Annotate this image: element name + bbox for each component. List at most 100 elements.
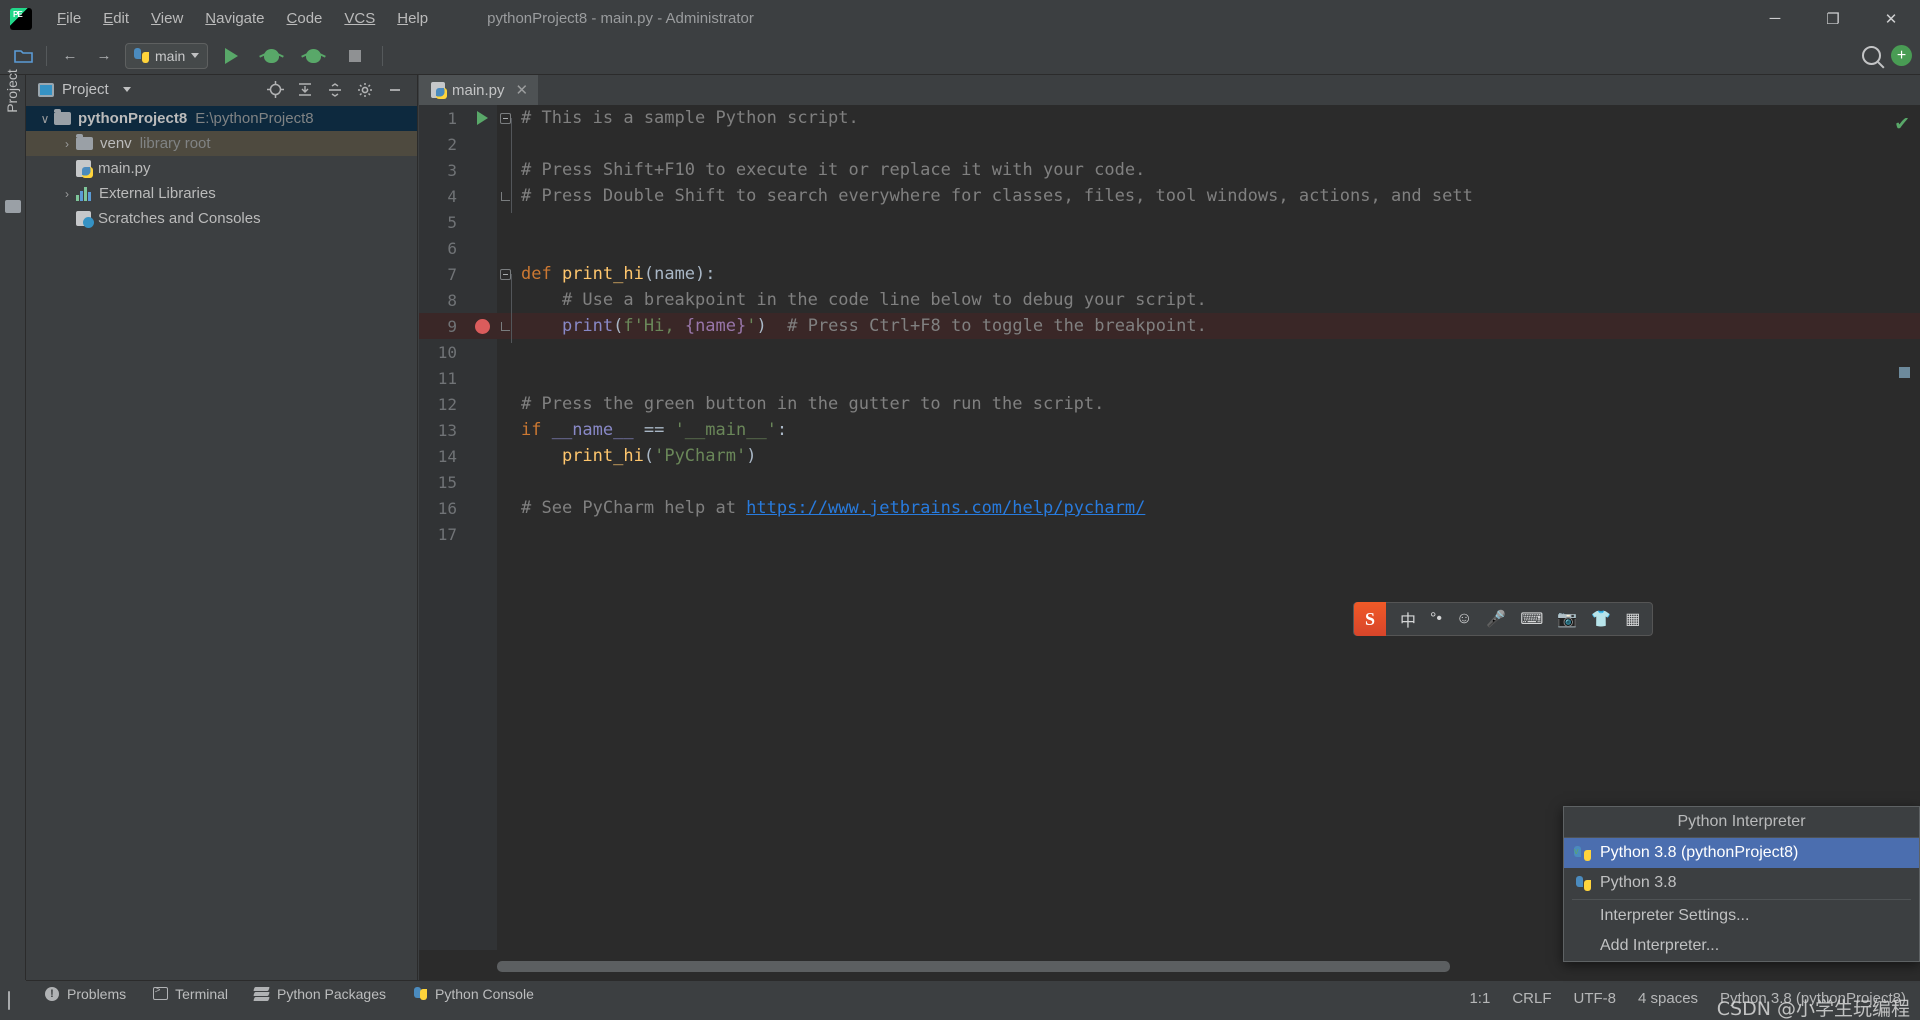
fold-toggle-icon[interactable]: [497, 268, 513, 280]
tree-node[interactable]: › External Libraries: [26, 181, 417, 206]
line-number: 13: [437, 420, 457, 440]
ime-item-icon[interactable]: 📷: [1557, 609, 1577, 629]
ime-item-icon[interactable]: ⌨: [1520, 609, 1543, 629]
ime-item-icon[interactable]: 👕: [1591, 609, 1611, 629]
inspection-status-icon[interactable]: ✔: [1894, 113, 1910, 136]
code-text: # Press Shift+F10 to execute it or repla…: [513, 160, 1145, 180]
ime-item-icon[interactable]: ▦: [1625, 609, 1640, 629]
fold-toggle-icon[interactable]: [497, 112, 513, 124]
code-line[interactable]: 13 if __name__ == '__main__':: [419, 417, 1920, 443]
project-view-chevron-icon[interactable]: [122, 87, 131, 92]
popup-item[interactable]: Add Interpreter...: [1564, 931, 1919, 961]
popup-separator: [1572, 899, 1911, 900]
scrollbar-marker[interactable]: [1899, 367, 1910, 378]
menu-item-navigate[interactable]: Navigate: [194, 0, 275, 37]
tree-node[interactable]: ∨ pythonProject8 E:\pythonProject8: [26, 106, 417, 131]
expand-all-icon[interactable]: [293, 79, 317, 101]
popup-item[interactable]: Interpreter Settings...: [1564, 901, 1919, 931]
sogou-ime-logo-icon[interactable]: S: [1354, 602, 1386, 636]
indent-setting[interactable]: 4 spaces: [1638, 990, 1698, 1007]
fold-toggle-icon[interactable]: [497, 321, 513, 331]
updates-badge-icon[interactable]: +: [1891, 45, 1912, 66]
run-gutter-icon[interactable]: [467, 111, 497, 125]
stop-button[interactable]: [340, 43, 370, 69]
menu-item-vcs[interactable]: VCS: [333, 0, 386, 37]
code-line[interactable]: 2: [419, 131, 1920, 157]
code-line[interactable]: 16 # See PyCharm help at https://www.jetb…: [419, 495, 1920, 521]
file-encoding[interactable]: UTF-8: [1574, 990, 1617, 1007]
maximize-button[interactable]: ❐: [1804, 0, 1862, 37]
code-line[interactable]: 11: [419, 365, 1920, 391]
run-configuration-selector[interactable]: main: [125, 42, 209, 69]
line-number: 3: [447, 160, 457, 180]
debug-button[interactable]: [256, 43, 286, 69]
code-line[interactable]: 1 # This is a sample Python script.: [419, 105, 1920, 131]
ime-item-icon[interactable]: °•: [1430, 610, 1442, 628]
chevron-icon[interactable]: ›: [58, 187, 76, 201]
navigate-forward-icon[interactable]: →: [89, 43, 119, 69]
menu-label: dit: [113, 10, 130, 27]
code-line[interactable]: 17: [419, 521, 1920, 547]
menu-item-code[interactable]: Code: [276, 0, 334, 37]
minimize-button[interactable]: ─: [1746, 0, 1804, 37]
code-line[interactable]: 7 def print_hi(name):: [419, 261, 1920, 287]
gear-icon[interactable]: [353, 79, 377, 101]
menu-item-file[interactable]: File: [46, 0, 92, 37]
search-icon[interactable]: [1862, 46, 1881, 65]
project-panel-actions: [263, 79, 417, 101]
line-separator[interactable]: CRLF: [1512, 990, 1551, 1007]
hide-panel-icon[interactable]: [383, 79, 407, 101]
chevron-icon[interactable]: ›: [58, 137, 76, 151]
tool-window-python-packages[interactable]: Python Packages: [253, 986, 386, 1002]
ime-item-icon[interactable]: ☺: [1456, 610, 1472, 628]
collapse-all-icon[interactable]: [323, 79, 347, 101]
play-icon: [476, 111, 488, 125]
run-coverage-button[interactable]: [298, 43, 328, 69]
navigate-back-icon[interactable]: ←: [55, 43, 85, 69]
fold-toggle-icon[interactable]: [497, 191, 513, 201]
code-line[interactable]: 12 # Press the green button in the gutter…: [419, 391, 1920, 417]
code-line[interactable]: 15: [419, 469, 1920, 495]
rail-structure-icon[interactable]: [5, 200, 21, 213]
popup-item[interactable]: Python 3.8 (pythonProject8): [1564, 838, 1919, 868]
code-line[interactable]: 5: [419, 209, 1920, 235]
tree-node[interactable]: Scratches and Consoles: [26, 206, 417, 231]
code-line[interactable]: 8 # Use a breakpoint in the code line be…: [419, 287, 1920, 313]
code-line[interactable]: 3 # Press Shift+F10 to execute it or repl…: [419, 157, 1920, 183]
close-button[interactable]: ✕: [1862, 0, 1920, 37]
terminal-icon: [152, 985, 168, 1002]
tree-node[interactable]: › venv library root: [26, 131, 417, 156]
tool-window-problems[interactable]: ! Problems: [44, 986, 126, 1002]
menu-item-help[interactable]: Help: [386, 0, 439, 37]
tool-window-terminal[interactable]: Terminal: [152, 985, 228, 1002]
code-token[interactable]: https://www.jetbrains.com/help/pycharm/: [746, 498, 1145, 518]
menu-item-edit[interactable]: Edit: [92, 0, 140, 37]
editor-tab-main-py[interactable]: main.py ✕: [419, 75, 539, 105]
popup-item[interactable]: Python 3.8: [1564, 868, 1919, 898]
tree-node[interactable]: main.py: [26, 156, 417, 181]
menu-item-view[interactable]: View: [140, 0, 194, 37]
breakpoint-icon[interactable]: [467, 318, 497, 334]
caret-position[interactable]: 1:1: [1469, 990, 1490, 1007]
pycharm-window: FileEditViewNavigateCodeVCSHelp pythonPr…: [0, 0, 1920, 1020]
run-button[interactable]: [216, 43, 246, 69]
hide-tool-windows-icon[interactable]: [8, 991, 10, 1010]
popup-item-list: Python 3.8 (pythonProject8) Python 3.8 Int…: [1564, 838, 1919, 961]
fold-minus-icon: [499, 268, 511, 280]
code-line[interactable]: 4 # Press Double Shift to search everywhe…: [419, 183, 1920, 209]
ime-item-icon[interactable]: 🎤: [1486, 609, 1506, 629]
chevron-icon[interactable]: ∨: [36, 112, 54, 126]
python-file-icon: [431, 82, 447, 99]
rail-project-label[interactable]: Project: [4, 58, 20, 124]
locate-file-icon[interactable]: [263, 79, 287, 101]
editor-tab-label: main.py: [452, 81, 505, 99]
horizontal-scrollbar[interactable]: [497, 961, 1898, 972]
close-icon[interactable]: ✕: [516, 81, 529, 99]
code-line[interactable]: 14 print_hi('PyCharm'): [419, 443, 1920, 469]
code-line[interactable]: 10: [419, 339, 1920, 365]
scrollbar-thumb[interactable]: [497, 961, 1450, 972]
tool-window-python-console[interactable]: Python Console: [412, 986, 534, 1002]
code-line[interactable]: 9 print(f'Hi, {name}') # Press Ctrl+F8 t…: [419, 313, 1920, 339]
ime-item-icon[interactable]: 中: [1400, 607, 1416, 631]
code-line[interactable]: 6: [419, 235, 1920, 261]
